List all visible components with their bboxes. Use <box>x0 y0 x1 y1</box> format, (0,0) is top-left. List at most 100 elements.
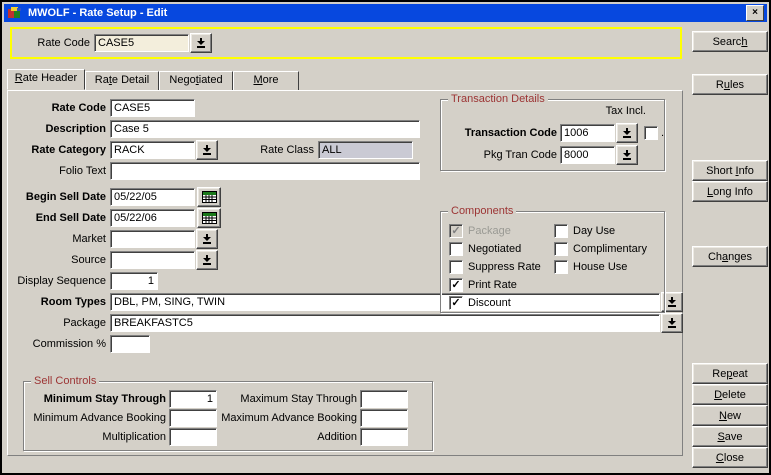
rate-category-lov-button[interactable] <box>196 140 218 160</box>
rate-category-input[interactable] <box>110 141 195 159</box>
package-checkbox-box <box>449 224 463 238</box>
suppress-rate-checkbox-box[interactable] <box>449 260 463 274</box>
pkg-tran-code-lov-button[interactable] <box>616 145 638 165</box>
source-label: Source <box>10 254 106 266</box>
checkbox-discount[interactable]: Discount <box>449 296 511 310</box>
transaction-details-group: Transaction Details Tax Incl. Transactio… <box>440 99 665 171</box>
checkbox-house-use[interactable]: House Use <box>554 260 627 274</box>
description-input[interactable] <box>110 120 420 138</box>
print-rate-checkbox-box[interactable] <box>449 278 463 292</box>
checkbox-negotiated[interactable]: Negotiated <box>449 242 521 256</box>
tab-rate-header[interactable]: Rate Header <box>7 69 85 90</box>
app-icon <box>7 6 23 20</box>
tax-incl-checkbox[interactable] <box>644 126 658 140</box>
market-label: Market <box>10 233 106 245</box>
dropdown-arrow-icon <box>622 128 632 138</box>
calendar-icon <box>202 191 217 203</box>
components-title: Components <box>448 205 516 217</box>
rate-class-field <box>318 141 413 159</box>
begin-sell-date-calendar-button[interactable] <box>197 187 221 207</box>
discount-checkbox-box[interactable] <box>449 296 463 310</box>
negotiated-checkbox-label: Negotiated <box>468 243 521 255</box>
delete-button[interactable]: Delete <box>692 384 768 405</box>
sell-controls-title: Sell Controls <box>31 375 99 387</box>
save-button[interactable]: Save <box>692 426 768 447</box>
repeat-button[interactable]: Repeat <box>692 363 768 384</box>
begin-sell-date-input[interactable] <box>110 188 195 206</box>
commission-input[interactable] <box>110 335 150 353</box>
pkg-tran-code-input[interactable] <box>560 146 615 164</box>
long-info-button[interactable]: Long Info <box>692 181 768 202</box>
checkbox-print-rate[interactable]: Print Rate <box>449 278 517 292</box>
minimum-advance-booking-input[interactable] <box>169 409 217 427</box>
rate-category-label: Rate Category <box>10 144 106 156</box>
end-sell-date-calendar-button[interactable] <box>197 208 221 228</box>
market-lov-button[interactable] <box>196 229 218 249</box>
end-sell-date-label: End Sell Date <box>10 212 106 224</box>
transaction-code-input[interactable] <box>560 124 615 142</box>
multiplication-input[interactable] <box>169 428 217 446</box>
display-sequence-input[interactable] <box>110 272 158 290</box>
house-use-checkbox-label: House Use <box>573 261 627 273</box>
maximum-stay-through-label: Maximum Stay Through <box>221 393 357 405</box>
room-types-label: Room Types <box>10 296 106 308</box>
tab-rate-detail[interactable]: Rate Detail <box>85 71 159 90</box>
header-rate-code-lov-button[interactable] <box>190 33 212 53</box>
day-use-checkbox-label: Day Use <box>573 225 615 237</box>
transaction-code-label: Transaction Code <box>445 127 557 139</box>
transaction-details-title: Transaction Details <box>448 93 548 105</box>
description-label: Description <box>10 123 106 135</box>
commission-label: Commission % <box>10 338 106 350</box>
source-lov-button[interactable] <box>196 250 218 270</box>
addition-label: Addition <box>221 431 357 443</box>
dropdown-arrow-icon <box>667 297 677 307</box>
dropdown-arrow-icon <box>622 150 632 160</box>
tax-incl-checkbox-box[interactable] <box>644 126 658 140</box>
house-use-checkbox-box[interactable] <box>554 260 568 274</box>
tab-bar: Rate Header Rate Detail Negotiated More <box>7 69 299 90</box>
package-input[interactable] <box>110 314 660 332</box>
minimum-stay-through-input[interactable] <box>169 390 217 408</box>
package-lov-button[interactable] <box>661 313 683 333</box>
close-icon[interactable]: × <box>746 5 764 21</box>
day-use-checkbox-box[interactable] <box>554 224 568 238</box>
minimum-advance-booking-label: Minimum Advance Booking <box>30 412 166 424</box>
rules-button[interactable]: Rules <box>692 74 768 95</box>
changes-button[interactable]: Changes <box>692 246 768 267</box>
end-sell-date-input[interactable] <box>110 209 195 227</box>
search-button[interactable]: Search <box>692 31 768 52</box>
package-label: Package <box>10 317 106 329</box>
close-button[interactable]: Close <box>692 447 768 468</box>
negotiated-checkbox-box[interactable] <box>449 242 463 256</box>
suppress-rate-checkbox-label: Suppress Rate <box>468 261 541 273</box>
rate-setup-window: MWOLF - Rate Setup - Edit × Rate Code Ra… <box>0 0 771 475</box>
checkbox-day-use[interactable]: Day Use <box>554 224 615 238</box>
checkbox-complimentary[interactable]: Complimentary <box>554 242 647 256</box>
market-input[interactable] <box>110 230 195 248</box>
pkg-tran-code-label: Pkg Tran Code <box>445 149 557 161</box>
transaction-code-lov-button[interactable] <box>616 123 638 143</box>
dropdown-arrow-icon <box>196 38 206 48</box>
header-rate-code-label: Rate Code <box>12 37 90 49</box>
rate-code-input[interactable] <box>110 99 195 117</box>
tax-incl-suffix: . <box>661 127 664 139</box>
multiplication-label: Multiplication <box>30 431 166 443</box>
tax-incl-label: Tax Incl. <box>606 105 646 117</box>
sell-controls-group: Sell Controls Minimum Stay Through Maxim… <box>23 381 433 451</box>
complimentary-checkbox-box[interactable] <box>554 242 568 256</box>
folio-text-input[interactable] <box>110 162 420 180</box>
maximum-advance-booking-input[interactable] <box>360 409 408 427</box>
checkbox-suppress-rate[interactable]: Suppress Rate <box>449 260 541 274</box>
tab-negotiated[interactable]: Negotiated <box>159 71 233 90</box>
addition-input[interactable] <box>360 428 408 446</box>
short-info-button[interactable]: Short Info <box>692 160 768 181</box>
title-bar[interactable]: MWOLF - Rate Setup - Edit × <box>4 4 767 22</box>
maximum-advance-booking-label: Maximum Advance Booking <box>221 412 357 424</box>
header-rate-code-input[interactable] <box>94 34 189 52</box>
maximum-stay-through-input[interactable] <box>360 390 408 408</box>
source-input[interactable] <box>110 251 195 269</box>
dropdown-arrow-icon <box>202 145 212 155</box>
discount-checkbox-label: Discount <box>468 297 511 309</box>
tab-more[interactable]: More <box>233 71 299 90</box>
new-button[interactable]: New <box>692 405 768 426</box>
